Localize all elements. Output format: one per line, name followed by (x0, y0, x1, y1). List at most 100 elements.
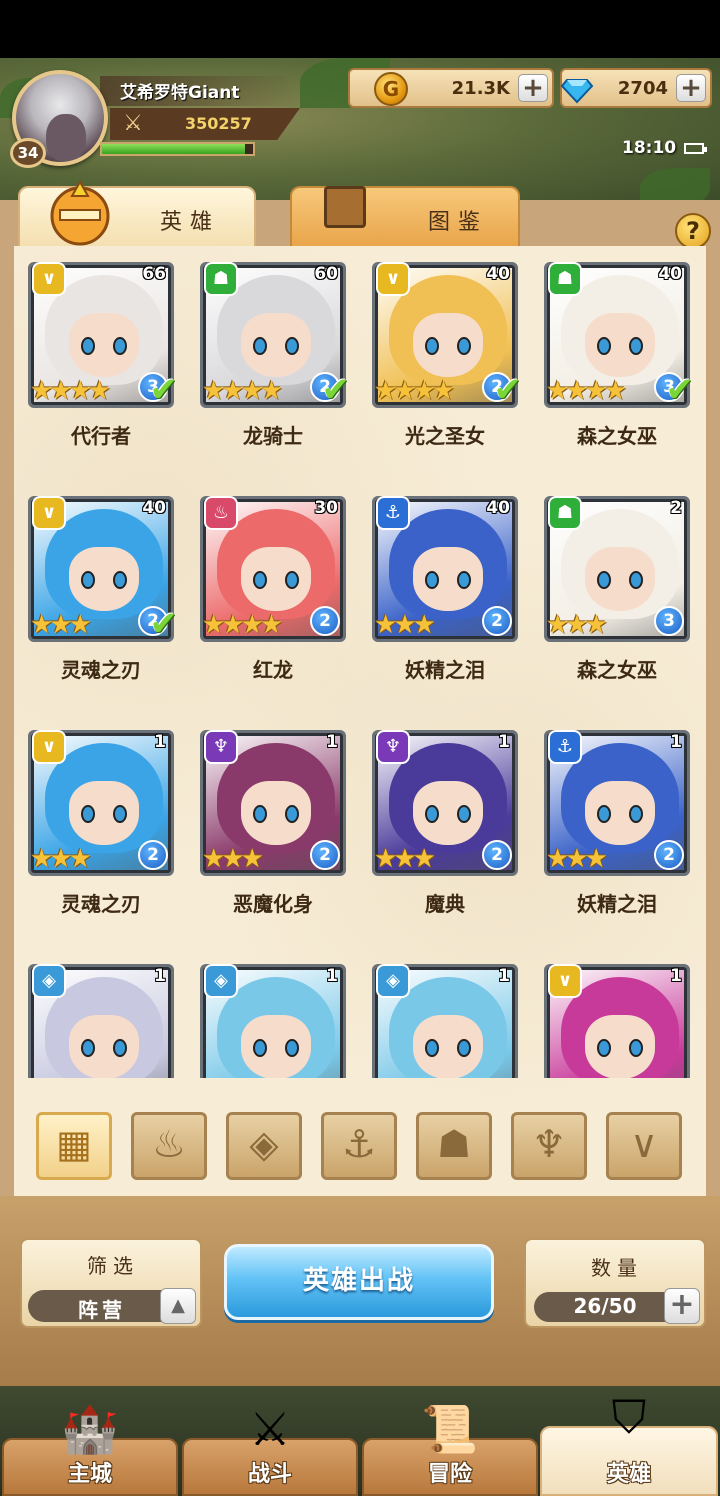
hero-grade-badge: 2 (654, 840, 684, 870)
hero-card[interactable]: ♆ 1 ★★★ 2 恶魔化身 (200, 726, 346, 938)
hero-eye (113, 805, 127, 823)
deploy-heroes-button[interactable]: 英雄出战 (224, 1244, 494, 1320)
hero-eye (81, 805, 95, 823)
tab-heroes[interactable]: 英雄 (18, 179, 256, 246)
hero-grid[interactable]: ∨ 66 ★★★★ 3 ✔ 代行者 ☗ 60 ★★★★ 2 ✔ 龙骑士 ∨ 40 ★★★★ 2 ✔ 光之圣女 ☗ 40… (14, 254, 706, 1078)
crossed-swords-icon: ⚔ (123, 111, 143, 136)
hero-face (241, 1015, 311, 1078)
hero-stars: ★★★★ (374, 376, 455, 406)
faction-filter-anchor-icon[interactable]: ⚓ (321, 1112, 397, 1180)
hero-card[interactable]: ♨ 30 ★★★★ 2 红龙 (200, 492, 346, 704)
hero-face (69, 1015, 139, 1078)
nav-label: 主城 (67, 1462, 112, 1487)
tab-codex[interactable]: 图鉴 (290, 186, 520, 246)
hero-card[interactable]: ◈ 1 (28, 960, 174, 1078)
hero-name: 妖精之泪 (577, 892, 657, 916)
status-bar (0, 0, 720, 58)
hero-card[interactable]: ∨ 1 ★★★ 2 灵魂之刃 (28, 726, 174, 938)
bottom-navigation: 🏰 主城 ⚔ 战斗 📜 冒险 ⛉ 英雄 (0, 1386, 720, 1496)
hero-card[interactable]: ◈ 1 (200, 960, 346, 1078)
faction-filter-flame-icon[interactable]: ♨ (131, 1112, 207, 1180)
nav-tab-1[interactable]: 🏰 主城 (2, 1402, 178, 1496)
hero-stars: ★★★ (546, 844, 608, 874)
hero-name: 光之圣女 (405, 424, 485, 448)
anchor-icon: ⚓ (376, 496, 410, 530)
hero-level: 1 (498, 966, 510, 986)
hero-eye (629, 1039, 643, 1057)
hero-stars: ★★★ (30, 610, 92, 640)
hero-stars: ★★★★ (202, 376, 283, 406)
expand-capacity-button[interactable]: + (664, 1288, 700, 1324)
castle-icon: 🏰 (61, 1402, 119, 1456)
faction-filter-diamond-icon[interactable]: ◈ (226, 1112, 302, 1180)
hero-card[interactable]: ∨ 40 ★★★ 2 ✔ 灵魂之刃 (28, 492, 178, 704)
faction-filter-chevron-icon[interactable]: ∨ (606, 1112, 682, 1180)
hero-card[interactable]: ∨ 40 ★★★★ 2 ✔ 光之圣女 (372, 258, 522, 470)
gold-amount: 21.3K (451, 78, 510, 99)
hero-name: 红龙 (253, 658, 293, 682)
hero-face (69, 313, 139, 377)
gold-coin-icon: G (374, 72, 408, 106)
hero-face (413, 781, 483, 845)
hero-eye (597, 805, 611, 823)
hero-name: 恶魔化身 (233, 892, 313, 916)
hero-eye (457, 1039, 471, 1057)
hero-card[interactable]: ◈ 1 (372, 960, 518, 1078)
hero-card[interactable]: ∨ 1 (544, 960, 690, 1078)
chevron-icon: ∨ (32, 496, 66, 530)
chevron-icon: ∨ (376, 262, 410, 296)
beast-icon: ☗ (548, 262, 582, 296)
hero-eye (81, 1039, 95, 1057)
hero-grade-badge: 2 (310, 606, 340, 636)
hero-face (413, 1015, 483, 1078)
deployed-check-icon: ✔ (665, 370, 695, 410)
hero-name: 灵魂之刃 (61, 892, 141, 916)
add-gold-button[interactable]: + (518, 74, 548, 102)
hero-eye (285, 1039, 299, 1057)
nav-tab-3[interactable]: 📜 冒险 (362, 1402, 538, 1496)
hero-face (69, 781, 139, 845)
hero-name: 魔典 (425, 892, 465, 916)
deployed-check-icon: ✔ (149, 370, 179, 410)
hero-stars: ★★★★ (546, 376, 627, 406)
map-scroll-icon: 📜 (421, 1402, 479, 1456)
hero-eye (285, 805, 299, 823)
hero-card[interactable]: ☗ 60 ★★★★ 2 ✔ 龙骑士 (200, 258, 350, 470)
faction-filter-beast-icon[interactable]: ☗ (416, 1112, 492, 1180)
nav-label: 战斗 (247, 1462, 292, 1487)
hero-card[interactable]: ♆ 1 ★★★ 2 魔典 (372, 726, 518, 938)
hero-stars: ★★★★ (202, 610, 283, 640)
filter-value: 阵营 (78, 1298, 126, 1322)
hero-level: 1 (670, 732, 682, 752)
hero-eye (457, 571, 471, 589)
hero-card[interactable]: ☗ 40 ★★★★ 3 ✔ 森之女巫 (544, 258, 694, 470)
nav-tab-2[interactable]: ⚔ 战斗 (182, 1402, 358, 1496)
hero-card[interactable]: ⚓ 40 ★★★ 2 妖精之泪 (372, 492, 518, 704)
hero-face (241, 781, 311, 845)
hero-face (241, 313, 311, 377)
clock: 18:10 (622, 138, 677, 158)
add-gems-button[interactable]: + (676, 74, 706, 102)
player-power: 350257 (185, 114, 252, 133)
hero-card[interactable]: ∨ 66 ★★★★ 3 ✔ 代行者 (28, 258, 178, 470)
help-button[interactable]: ? (675, 213, 711, 249)
hero-list-panel: ∨ 66 ★★★★ 3 ✔ 代行者 ☗ 60 ★★★★ 2 ✔ 龙骑士 ∨ 40 ★★★★ 2 ✔ 光之圣女 ☗ 40… (14, 246, 706, 1196)
faction-filter-all-grid-icon[interactable]: ▦ (36, 1112, 112, 1180)
beast-icon: ☗ (548, 496, 582, 530)
hero-eye (113, 1039, 127, 1057)
hero-stars: ★★★ (374, 610, 436, 640)
hero-stars: ★★★★ (30, 376, 111, 406)
filter-toggle-button[interactable]: ▲ (160, 1288, 196, 1324)
hero-eye (629, 571, 643, 589)
faction-filter-horns-icon[interactable]: ♆ (511, 1112, 587, 1180)
battery-icon (684, 143, 707, 154)
filter-panel: 筛选 阵营 ▲ (20, 1238, 202, 1328)
nav-tab-4[interactable]: ⛉ 英雄 (540, 1390, 718, 1496)
faction-filter-row: ▦ ♨ ◈ ⚓ ☗ ♆ ∨ (14, 1108, 706, 1188)
hero-card[interactable]: ⚓ 1 ★★★ 2 妖精之泪 (544, 726, 690, 938)
chevron-icon: ∨ (548, 964, 582, 998)
hero-card[interactable]: ☗ 2 ★★★ 3 森之女巫 (544, 492, 690, 704)
hero-level: 2 (670, 498, 682, 518)
hero-level: 1 (670, 966, 682, 986)
crossed-swords-icon: ⚔ (249, 1402, 291, 1456)
